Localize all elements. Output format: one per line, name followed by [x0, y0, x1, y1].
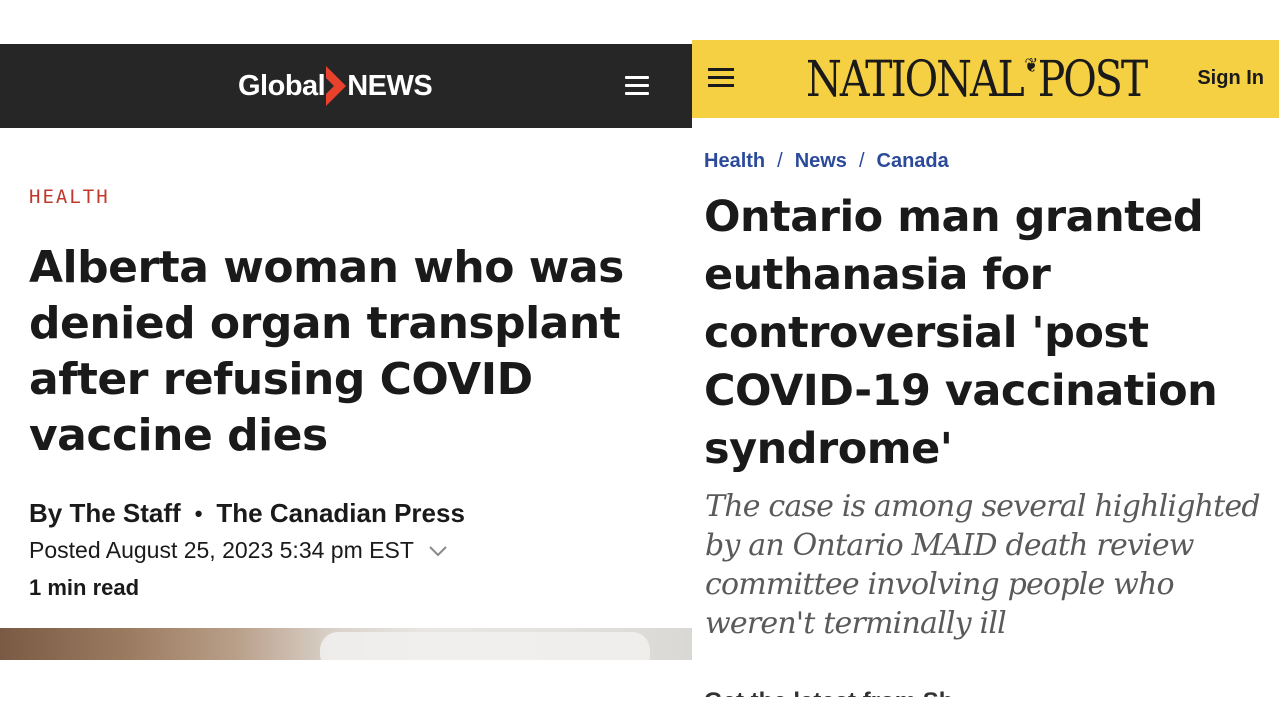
read-time: 1 min read: [29, 575, 140, 600]
breadcrumb-canada[interactable]: Canada: [877, 150, 949, 173]
sign-in-button[interactable]: Sign In: [1197, 67, 1264, 90]
breadcrumb-separator: /: [777, 150, 783, 172]
breadcrumb-news[interactable]: News: [795, 150, 847, 173]
chevron-down-icon[interactable]: [428, 544, 448, 558]
breadcrumb-health[interactable]: Health: [704, 150, 765, 173]
logo-chevron-icon: [326, 66, 347, 106]
logo-national-word: NATIONAL: [806, 50, 1025, 108]
article-headline: Alberta woman who was denied organ trans…: [29, 242, 624, 461]
breadcrumb-separator: /: [858, 150, 865, 172]
byline-author[interactable]: By The Staff: [29, 498, 181, 529]
global-news-logo[interactable]: Global NEWS: [238, 66, 433, 106]
maple-leaf-icon: ❦: [1024, 53, 1038, 77]
global-news-header: Global NEWS: [0, 44, 692, 128]
global-news-panel: Global NEWS HEALTH Alberta woman who was…: [0, 0, 692, 722]
logo-post-word: POST: [1037, 50, 1148, 108]
posted-date-text: Posted August 25, 2023 5:34 pm EST: [29, 537, 414, 563]
byline-separator: •: [194, 500, 203, 526]
breadcrumb: Health / News / Canada: [704, 150, 949, 173]
national-post-logo[interactable]: NATIONAL ❦ POST: [806, 50, 1148, 108]
national-post-panel: NATIONAL ❦ POST Sign In Health / News / …: [692, 0, 1279, 722]
image-highlight: [320, 632, 650, 660]
byline-source: The Canadian Press: [216, 498, 465, 528]
article-hero-image: [0, 628, 692, 660]
posted-date: Posted August 25, 2023 5:34 pm EST: [29, 537, 448, 564]
bottom-margin: [0, 697, 1279, 722]
article-headline: Ontario man granted euthanasia for contr…: [704, 192, 1218, 474]
logo-news-word: NEWS: [347, 69, 433, 102]
national-post-header: NATIONAL ❦ POST Sign In: [692, 40, 1279, 118]
article-category[interactable]: HEALTH: [29, 186, 110, 208]
logo-global-word: Global: [238, 69, 326, 102]
hamburger-menu-icon[interactable]: [708, 68, 734, 88]
byline: By The Staff • The Canadian Press: [29, 498, 465, 529]
hamburger-menu-icon[interactable]: [625, 76, 649, 96]
article-dek: The case is among several highlighted by…: [705, 489, 1261, 641]
